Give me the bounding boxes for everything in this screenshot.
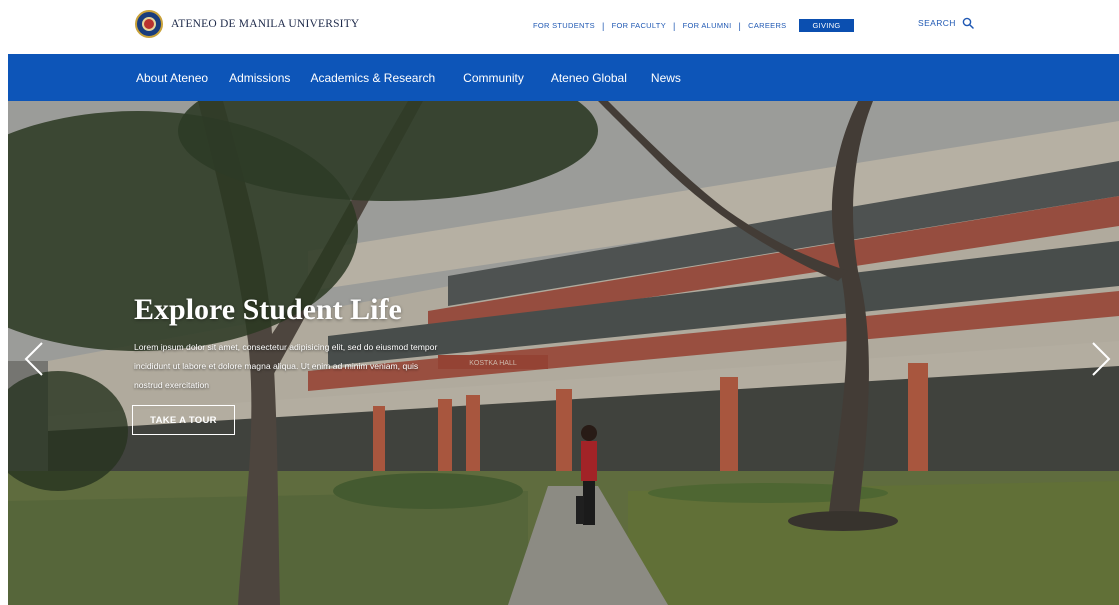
- link-for-alumni[interactable]: FOR ALUMNI: [683, 21, 732, 30]
- nav-item-academics[interactable]: Academics & Research: [310, 71, 435, 85]
- divider: |: [738, 20, 742, 31]
- nav-item-about[interactable]: About Ateneo: [136, 71, 208, 85]
- link-for-faculty[interactable]: FOR FACULTY: [612, 21, 666, 30]
- university-logo[interactable]: ATENEO DE MANILA UNIVERSITY: [135, 10, 359, 38]
- utility-links: FOR STUDENTS | FOR FACULTY | FOR ALUMNI …: [533, 19, 854, 32]
- link-careers[interactable]: CAREERS: [748, 21, 786, 30]
- chevron-right-icon[interactable]: [1089, 339, 1113, 379]
- top-header: ATENEO DE MANILA UNIVERSITY FOR STUDENTS…: [0, 0, 1119, 54]
- nav-item-news[interactable]: News: [651, 71, 681, 85]
- nav-item-admissions[interactable]: Admissions: [229, 71, 290, 85]
- nav-item-community[interactable]: Community: [463, 71, 524, 85]
- search-button[interactable]: SEARCH: [918, 17, 974, 29]
- divider: |: [673, 20, 676, 31]
- giving-button[interactable]: GIVING: [799, 19, 854, 32]
- university-seal-icon: [135, 10, 163, 38]
- university-name: ATENEO DE MANILA UNIVERSITY: [171, 18, 360, 30]
- search-label: SEARCH: [918, 18, 956, 28]
- hero-title: Explore Student Life: [134, 293, 402, 326]
- main-nav: About Ateneo Admissions Academics & Rese…: [8, 54, 1119, 101]
- link-for-students[interactable]: FOR STUDENTS: [533, 21, 595, 30]
- nav-item-global[interactable]: Ateneo Global: [551, 71, 627, 85]
- take-a-tour-button[interactable]: TAKE A TOUR: [132, 405, 235, 435]
- search-icon: [962, 17, 974, 29]
- hero-description: Lorem ipsum dolor sit amet, consectetur …: [134, 342, 438, 390]
- divider: |: [601, 20, 605, 31]
- hero-carousel: KOSTKA HALL Explore Student Life Lorem i…: [8, 101, 1119, 605]
- chevron-left-icon[interactable]: [22, 339, 46, 379]
